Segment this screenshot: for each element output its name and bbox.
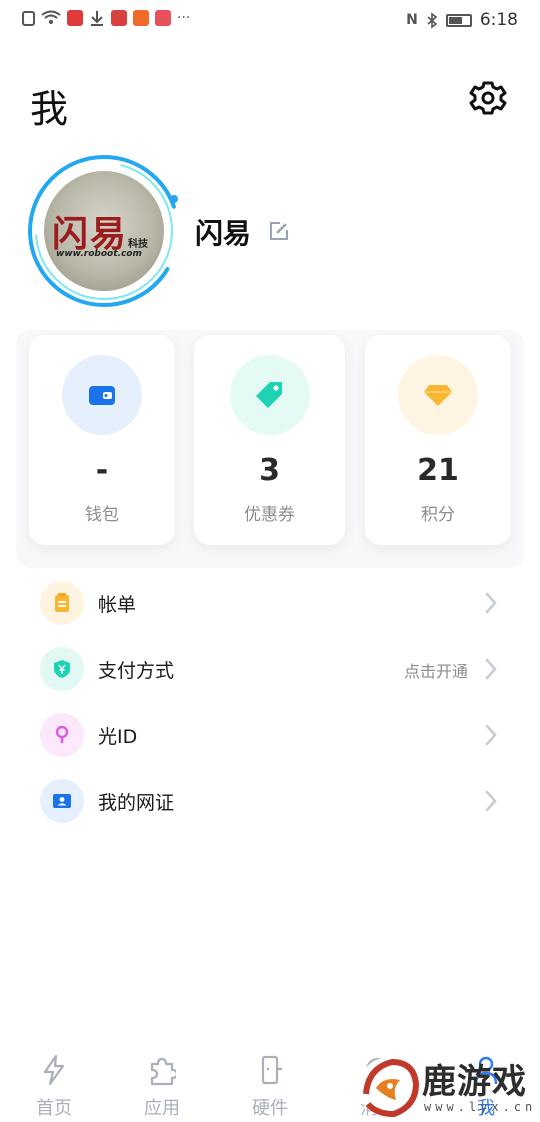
chevron-right-icon [485, 658, 497, 680]
wallet-value: - [95, 453, 109, 488]
status-icons-right: N 6:18 [406, 10, 518, 30]
coupon-value: 3 [259, 453, 280, 488]
chevron-right-icon [485, 724, 497, 746]
chevron-right-icon [485, 790, 497, 812]
wallet-icon [89, 386, 115, 405]
download-icon [91, 11, 103, 26]
menu-item-net-id[interactable]: 我的网证 [0, 768, 540, 834]
net-id-icon-bg [40, 779, 84, 823]
alert-icon [22, 10, 35, 26]
deer-logo-icon [359, 1057, 420, 1118]
avatar-logo-url: www.roboot.com [56, 249, 142, 259]
watermark: 鹿游戏 www.lyx.cn [356, 1052, 540, 1122]
status-time: 6:18 [479, 10, 518, 30]
tab-home[interactable]: 首页 [0, 1050, 108, 1122]
user-name: 闪易 [195, 217, 252, 250]
settings-button[interactable] [468, 78, 508, 118]
device-icon [261, 1055, 282, 1085]
menu-label-payment: 支付方式 [98, 660, 175, 682]
wifi-icon [41, 10, 61, 24]
avatar[interactable]: 闪易 科技 www.roboot.com [26, 153, 182, 309]
id-card-icon [53, 794, 71, 808]
menu-label-net-id: 我的网证 [98, 792, 175, 814]
menu-label-bill: 帐单 [98, 594, 137, 616]
battery-icon [445, 13, 472, 27]
more-notifications-icon: ··· [177, 10, 191, 26]
puzzle-icon [150, 1057, 176, 1086]
bluetooth-icon [427, 11, 438, 29]
bill-icon-bg [40, 581, 84, 625]
tab-label-hardware: 硬件 [252, 1098, 288, 1119]
yuan-shield-icon [54, 660, 70, 678]
diamond-icon [424, 385, 452, 406]
points-card[interactable]: 21 积分 [365, 335, 511, 545]
menu-item-bill[interactable]: 帐单 [0, 570, 540, 636]
points-icon-bg [398, 355, 478, 435]
nfc-icon: N [406, 12, 418, 28]
bill-icon [55, 593, 69, 612]
edit-name-button[interactable] [268, 220, 290, 242]
play-app-icon [133, 10, 149, 26]
avatar-image: 闪易 科技 www.roboot.com [44, 171, 164, 291]
payment-hint: 点击开通 [403, 662, 468, 681]
tab-apps[interactable]: 应用 [108, 1050, 216, 1122]
tab-label-apps: 应用 [144, 1098, 180, 1119]
watermark-text: 鹿游戏 [422, 1062, 527, 1102]
payment-icon-bg [40, 647, 84, 691]
light-id-icon-bg [40, 713, 84, 757]
coupon-card[interactable]: 3 优惠券 [194, 335, 345, 545]
status-bar: ··· N 6:18 [0, 0, 540, 42]
tab-label-home: 首页 [36, 1098, 72, 1119]
gear-icon [469, 81, 507, 115]
menu-item-payment[interactable]: 支付方式 点击开通 [0, 636, 540, 702]
book-app-icon [155, 10, 171, 26]
menu-item-light-id[interactable]: 光ID [0, 702, 540, 768]
page-title: 我 [30, 87, 69, 131]
coupon-icon-bg [229, 355, 310, 435]
menu-list: 帐单 支付方式 点击开通 光ID 我的网证 [0, 570, 540, 834]
chevron-right-icon [485, 592, 497, 614]
watermark-url: www.lyx.cn [424, 1100, 537, 1114]
tag-icon [255, 382, 282, 408]
video-app-icon [67, 10, 83, 26]
points-value: 21 [417, 453, 459, 488]
menu-label-light-id: 光ID [98, 726, 138, 748]
wallet-icon-bg [62, 355, 142, 435]
avatar-logo-subtext: 科技 [128, 239, 148, 250]
wallet-label: 钱包 [85, 505, 119, 525]
wallet-card[interactable]: - 钱包 [29, 335, 175, 545]
game-app-icon [111, 10, 127, 26]
edit-icon [270, 222, 288, 240]
status-icons-left: ··· [22, 10, 190, 26]
light-id-icon [55, 725, 69, 743]
points-label: 积分 [421, 505, 455, 525]
home-icon [43, 1054, 65, 1086]
coupon-label: 优惠券 [244, 505, 295, 525]
tab-hardware[interactable]: 硬件 [216, 1050, 324, 1122]
